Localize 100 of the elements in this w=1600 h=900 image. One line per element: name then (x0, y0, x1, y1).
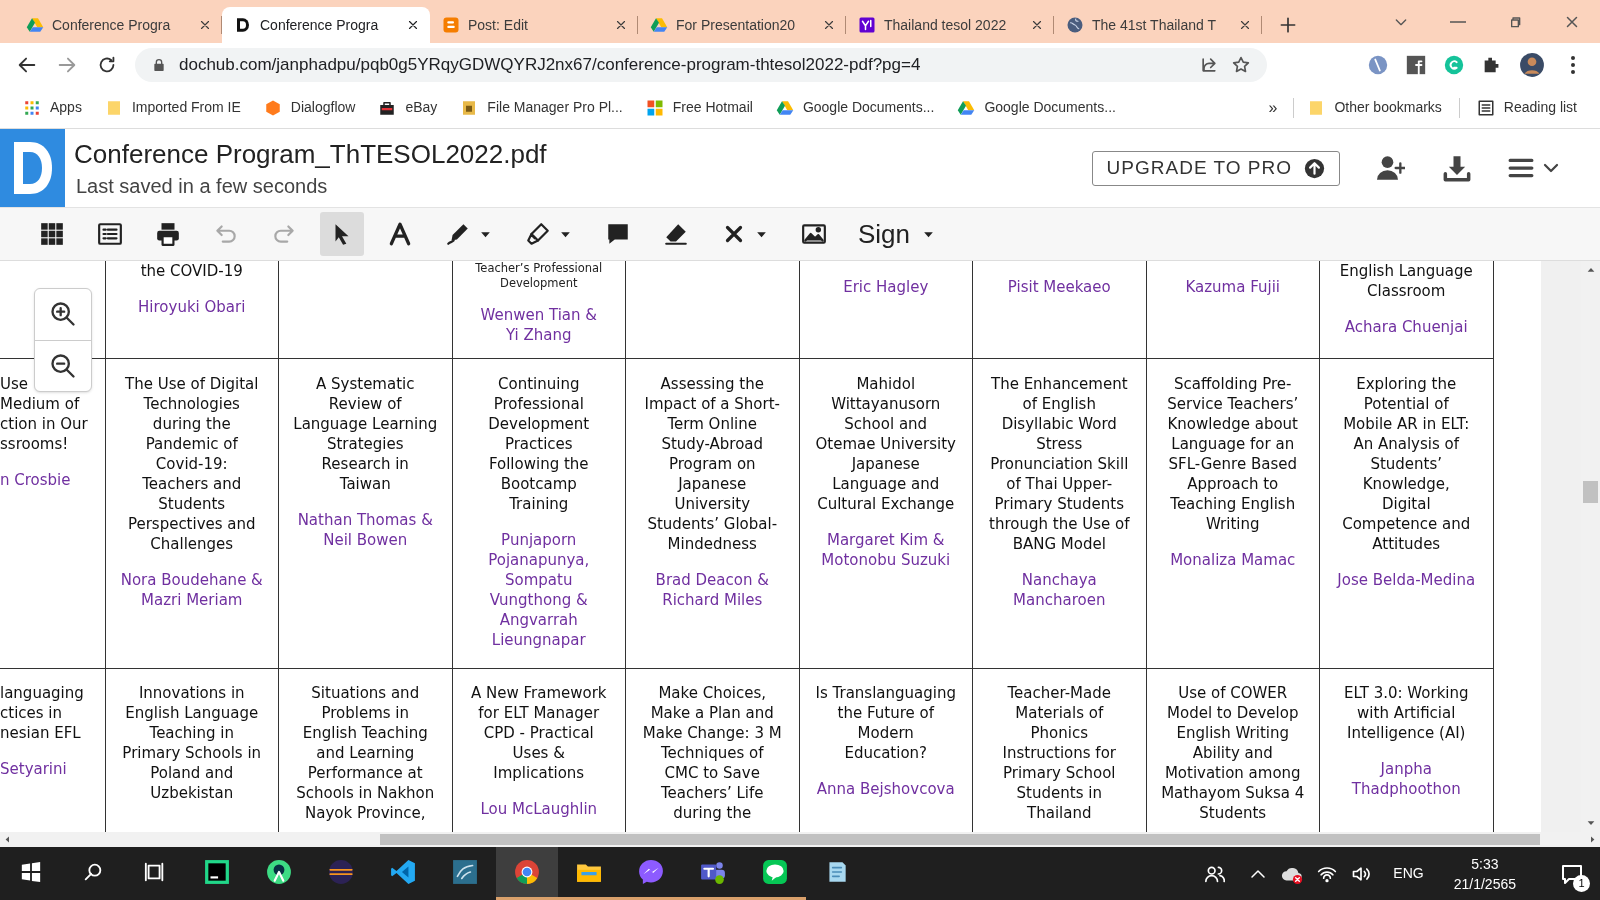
search-icon (82, 861, 104, 883)
scrollbar-thumb[interactable] (380, 834, 1540, 845)
session-title: languaging ctices in nesian EFL (0, 683, 84, 743)
close-icon (198, 18, 212, 32)
list-icon (1476, 98, 1495, 117)
session-title: The Enhancement of English Disyllabic Word Stress Pronunciation Skill of Thai Upper- Primary Students through the Use of BANG Model (989, 374, 1130, 554)
session-title: Use of COWER Model to Develop English Writing Ability and Motivation among Mathayom Suksa 4 Students (1161, 683, 1305, 823)
presenter-name: Setyarini (0, 759, 67, 779)
close-icon (614, 18, 628, 32)
close-icon (822, 18, 836, 32)
taskbar-button[interactable] (496, 847, 558, 900)
presenter-name: Achara Chuenjai (1344, 317, 1468, 337)
browser-tab[interactable]: Conference Progra (222, 7, 430, 43)
presenter-name: Nanchaya Mancharoen (1013, 570, 1106, 610)
bookmark[interactable]: Google Documents... (770, 97, 940, 118)
extension-icon (1367, 54, 1389, 76)
session-title: the COVID-19 (140, 261, 243, 281)
chat-bubble-icon (762, 859, 788, 885)
scroll-down-icon (1585, 818, 1596, 828)
zoom-out-icon (49, 351, 77, 380)
drive-triangle-icon (650, 16, 668, 34)
close-icon (406, 18, 420, 32)
four-squares-icon (645, 98, 664, 117)
bookmark[interactable]: Dialogflow (258, 97, 361, 118)
globe-icon (1066, 16, 1084, 34)
browser-tab[interactable]: Conference Progra (14, 7, 222, 43)
download-button[interactable] (1442, 153, 1472, 183)
app-icon (204, 859, 230, 885)
presenter-name: Wenwen Tian & Yi Zhang (480, 305, 597, 345)
session-title: Innovations in English Language Teaching in Primary Schools in Poland and Uzbekistan (122, 683, 262, 803)
download-icon (1443, 154, 1471, 182)
session-title: English Language Classroom (1339, 261, 1473, 301)
scroll-up-icon (1585, 265, 1596, 275)
upgrade-button[interactable]: UPGRADE TO PRO (1091, 150, 1340, 186)
drive-triangle-icon (775, 98, 794, 117)
grid-icon (23, 98, 41, 117)
close-icon (1030, 18, 1044, 32)
chat-bubble-icon (638, 859, 664, 885)
bookmark[interactable]: Google Documents... (952, 97, 1121, 118)
presenter-name: Anna Bejshovcova (816, 779, 955, 799)
document-icon (442, 16, 460, 34)
zoom-in-icon (49, 300, 77, 329)
session-title: Exploring the Potential of Mobile AR in ELT: An Analysis of Students’ Knowledge, Digital Competence and Attitudes (1342, 374, 1471, 554)
lock-icon (151, 57, 167, 73)
highlighter-icon (525, 221, 551, 247)
session-title: Continuing Professional Development Practices Following the Bootcamp Training (488, 374, 590, 514)
pointer-tool[interactable] (320, 212, 364, 256)
presenter-name: Hiroyuki Obari (138, 297, 246, 317)
people-app-icon (700, 859, 726, 885)
square-icon (858, 16, 876, 34)
presenter-name: Janpha Thadphoothon (1351, 759, 1461, 799)
session-title: Mahidol Wittayanusorn School and Otemae University Japanese Language and Cultural Exchange (815, 374, 956, 514)
presenter-name: Jose Belda-Medina (1337, 570, 1476, 590)
bookmark[interactable]: eBay (373, 97, 443, 118)
presenter-name: Monaliza Mamac (1170, 550, 1296, 570)
plus-icon (1278, 15, 1298, 35)
image-icon (801, 221, 827, 247)
app-icon (452, 859, 478, 885)
save-status: Last saved in a few seconds (75, 174, 329, 199)
list-icon (97, 221, 123, 247)
session-title: A New Framework for ELT Manager CPD - Practical Uses & Implications (470, 683, 607, 783)
browser-tab[interactable]: Post: Edit (430, 7, 638, 43)
session-title: Is Translanguaging the Future of Modern Education? (815, 683, 956, 763)
more-bookmarks-button[interactable]: » (1260, 95, 1286, 120)
presenter-name: Brad Deacon & Richard Miles (655, 570, 769, 610)
scroll-right-icon (1588, 835, 1597, 844)
bookmark[interactable]: Apps (18, 97, 87, 118)
cell-note: Teacher’s Professional Development (475, 261, 603, 291)
notification-count: 1 (1573, 874, 1590, 892)
reading-list-button[interactable]: Reading list (1471, 97, 1582, 118)
presenter-name: Pisit Meekaeo (1007, 277, 1111, 297)
scrollbar-thumb[interactable] (1583, 481, 1598, 503)
horizontal-scrollbar[interactable] (0, 832, 1600, 847)
address-bar[interactable]: dochub.com/janphadpu/pqb0g5YRqyGDWQYRJ2nx67/conference-program-thtesol2022-pdf?pg=4 (135, 48, 1267, 82)
presenter-name: Margaret Kim & Motonobu Suzuki (821, 530, 951, 570)
browser-tab[interactable]: The 41st Thailand T (1054, 7, 1262, 43)
input-language[interactable]: ENG (1385, 863, 1432, 884)
notification-button[interactable]: 1 (1552, 853, 1592, 894)
bookmark[interactable]: Other bookmarks (1302, 97, 1447, 118)
bookmark[interactable]: Imported From IE (99, 97, 246, 118)
browser-tab[interactable]: For Presentation20 (638, 7, 846, 43)
drive-triangle-icon (26, 16, 44, 34)
add-user-button[interactable] (1376, 153, 1406, 183)
bookmark[interactable]: Free Hotmail (640, 97, 758, 118)
upload-icon (1304, 157, 1325, 179)
bookmark[interactable]: File Manager Pro Pl... (455, 97, 628, 118)
app-icon (390, 859, 416, 885)
session-title: Teacher-Made Materials of Phonics Instructions for Primary School Students in Thailand (1002, 683, 1116, 823)
pen-icon (445, 221, 471, 247)
text-tool-icon (387, 221, 413, 247)
more-icon (1571, 56, 1575, 74)
add-user-icon (1377, 154, 1405, 182)
presenter-name: Kazuma Fujii (1185, 277, 1280, 297)
clock-time[interactable]: 5:33 (1471, 853, 1499, 874)
presenter-name: n Crosbie (0, 470, 71, 490)
browser-tab[interactable]: Thailand tesol 2022 (846, 7, 1054, 43)
star-icon (1231, 55, 1251, 75)
session-title: The Use of Digital Technologies during the Pandemic of Covid-19: Teachers and Students Perspectives and Challenges (125, 374, 259, 554)
clock-date[interactable]: 21/1/2565 (1453, 873, 1516, 894)
sign-button[interactable]: Sign (858, 214, 936, 254)
